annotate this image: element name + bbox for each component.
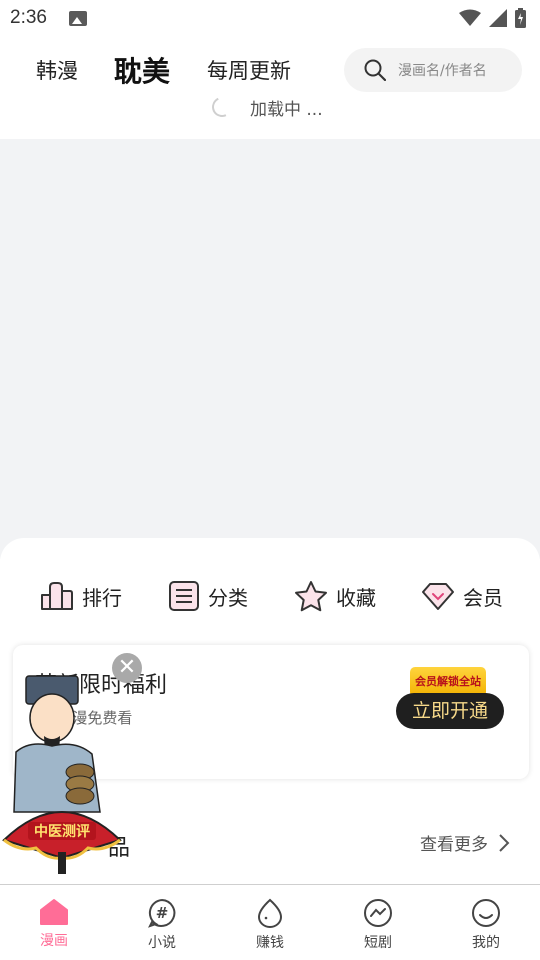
quick-action-favorites[interactable]: 收藏 bbox=[294, 578, 376, 614]
tab-danmei[interactable]: 耽美 bbox=[114, 50, 170, 90]
quick-action-category[interactable]: 分类 bbox=[168, 578, 248, 614]
image-icon bbox=[68, 10, 87, 26]
smile-face-icon bbox=[472, 899, 500, 927]
top-nav: 韩漫 耽美 每周更新 漫画名/作者名 bbox=[0, 44, 540, 96]
search-placeholder: 漫画名/作者名 bbox=[398, 63, 487, 79]
spinner-icon bbox=[209, 94, 235, 120]
bottom-nav-short-drama[interactable]: 短剧 bbox=[324, 885, 432, 960]
bottom-nav-novels[interactable]: # 小说 bbox=[108, 885, 216, 960]
quick-action-label: 会员 bbox=[463, 585, 503, 610]
tab-korean-manhwa[interactable]: 韩漫 bbox=[36, 55, 78, 85]
egg-icon bbox=[257, 898, 283, 928]
status-time: 2:36 bbox=[10, 7, 47, 28]
bottom-nav-earn[interactable]: 赚钱 bbox=[216, 885, 324, 960]
ranking-icon bbox=[41, 582, 73, 610]
floating-ad-mascot[interactable]: 中医测评 bbox=[0, 672, 124, 882]
bottom-nav-label: 小说 bbox=[148, 935, 176, 951]
content-placeholder bbox=[0, 139, 540, 559]
bottom-nav-label: 我的 bbox=[472, 935, 500, 951]
hashtag-bubble-icon: # bbox=[148, 899, 176, 928]
loading-indicator: 加载中 ... bbox=[209, 94, 323, 120]
quick-action-membership[interactable]: 会员 bbox=[421, 578, 503, 614]
close-ad-button[interactable]: ✕ bbox=[112, 653, 142, 683]
loading-text: 加载中 ... bbox=[250, 99, 323, 120]
quick-action-ranking[interactable]: 排行 bbox=[40, 578, 122, 614]
tab-weekly-update[interactable]: 每周更新 bbox=[207, 55, 291, 85]
see-more-label: 查看更多 bbox=[420, 835, 488, 855]
wifi-icon bbox=[459, 9, 481, 26]
open-membership-button[interactable]: 立即开通 bbox=[396, 693, 504, 729]
quick-action-label: 分类 bbox=[208, 585, 248, 610]
search-icon bbox=[364, 59, 386, 81]
doctor-mascot-illustration: 中医测评 bbox=[2, 675, 122, 874]
status-bar: 2:36 bbox=[0, 0, 540, 36]
bottom-nav: 漫画 # 小说 赚钱 短剧 我的 bbox=[0, 884, 540, 960]
see-more-link[interactable]: 查看更多 bbox=[420, 830, 512, 855]
quick-action-label: 排行 bbox=[82, 585, 122, 610]
trend-circle-icon bbox=[364, 899, 392, 927]
floating-ad-label: 中医测评 bbox=[34, 823, 90, 840]
bottom-nav-label: 漫画 bbox=[40, 933, 68, 949]
diamond-icon bbox=[422, 583, 454, 610]
bottom-nav-comics[interactable]: 漫画 bbox=[0, 885, 108, 960]
bottom-nav-profile[interactable]: 我的 bbox=[432, 885, 540, 960]
chevron-right-icon bbox=[499, 833, 510, 852]
signal-icon bbox=[489, 9, 507, 27]
svg-text:#: # bbox=[156, 904, 169, 922]
status-icons bbox=[459, 8, 526, 28]
home-house-icon bbox=[40, 899, 68, 925]
category-list-icon bbox=[169, 581, 199, 611]
bottom-nav-label: 短剧 bbox=[364, 935, 392, 951]
battery-icon bbox=[515, 8, 526, 28]
star-icon bbox=[295, 581, 327, 612]
quick-action-label: 收藏 bbox=[336, 585, 376, 610]
bottom-nav-label: 赚钱 bbox=[256, 935, 284, 951]
search-input[interactable]: 漫画名/作者名 bbox=[344, 48, 522, 92]
